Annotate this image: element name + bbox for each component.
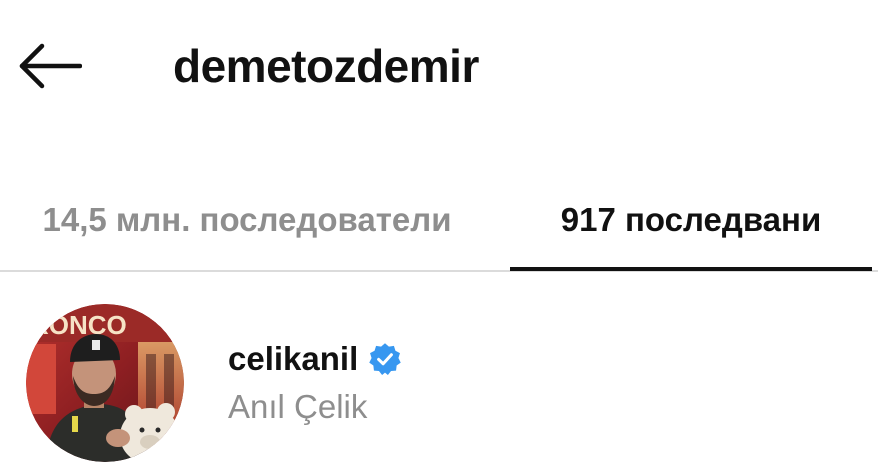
- tab-followers[interactable]: 14,5 млн. последователи: [0, 170, 494, 270]
- verified-badge-icon: [368, 342, 402, 376]
- username-line: celikanil: [228, 336, 402, 382]
- top-bar: demetozdemir: [0, 0, 878, 130]
- full-name: Anıl Çelik: [228, 388, 368, 425]
- avatar-photo: RONCO: [26, 304, 184, 462]
- follow-tabs: 14,5 млн. последователи 917 последвани: [0, 170, 878, 274]
- tab-following[interactable]: 917 последвани: [510, 170, 872, 270]
- arrow-left-icon: [19, 43, 82, 89]
- username[interactable]: celikanil: [228, 340, 358, 378]
- following-screen: demetozdemir 14,5 млн. последователи 917…: [0, 0, 878, 476]
- list-item[interactable]: RONCO celikanil Anıl Çelik: [0, 300, 878, 476]
- list-item-text: celikanil Anıl Çelik: [228, 336, 402, 426]
- avatar-sign-text: RONCO: [30, 310, 127, 340]
- avatar[interactable]: RONCO: [26, 304, 184, 462]
- back-button[interactable]: [14, 36, 86, 96]
- profile-username-title: demetozdemir: [173, 40, 479, 92]
- active-tab-indicator: [510, 267, 872, 271]
